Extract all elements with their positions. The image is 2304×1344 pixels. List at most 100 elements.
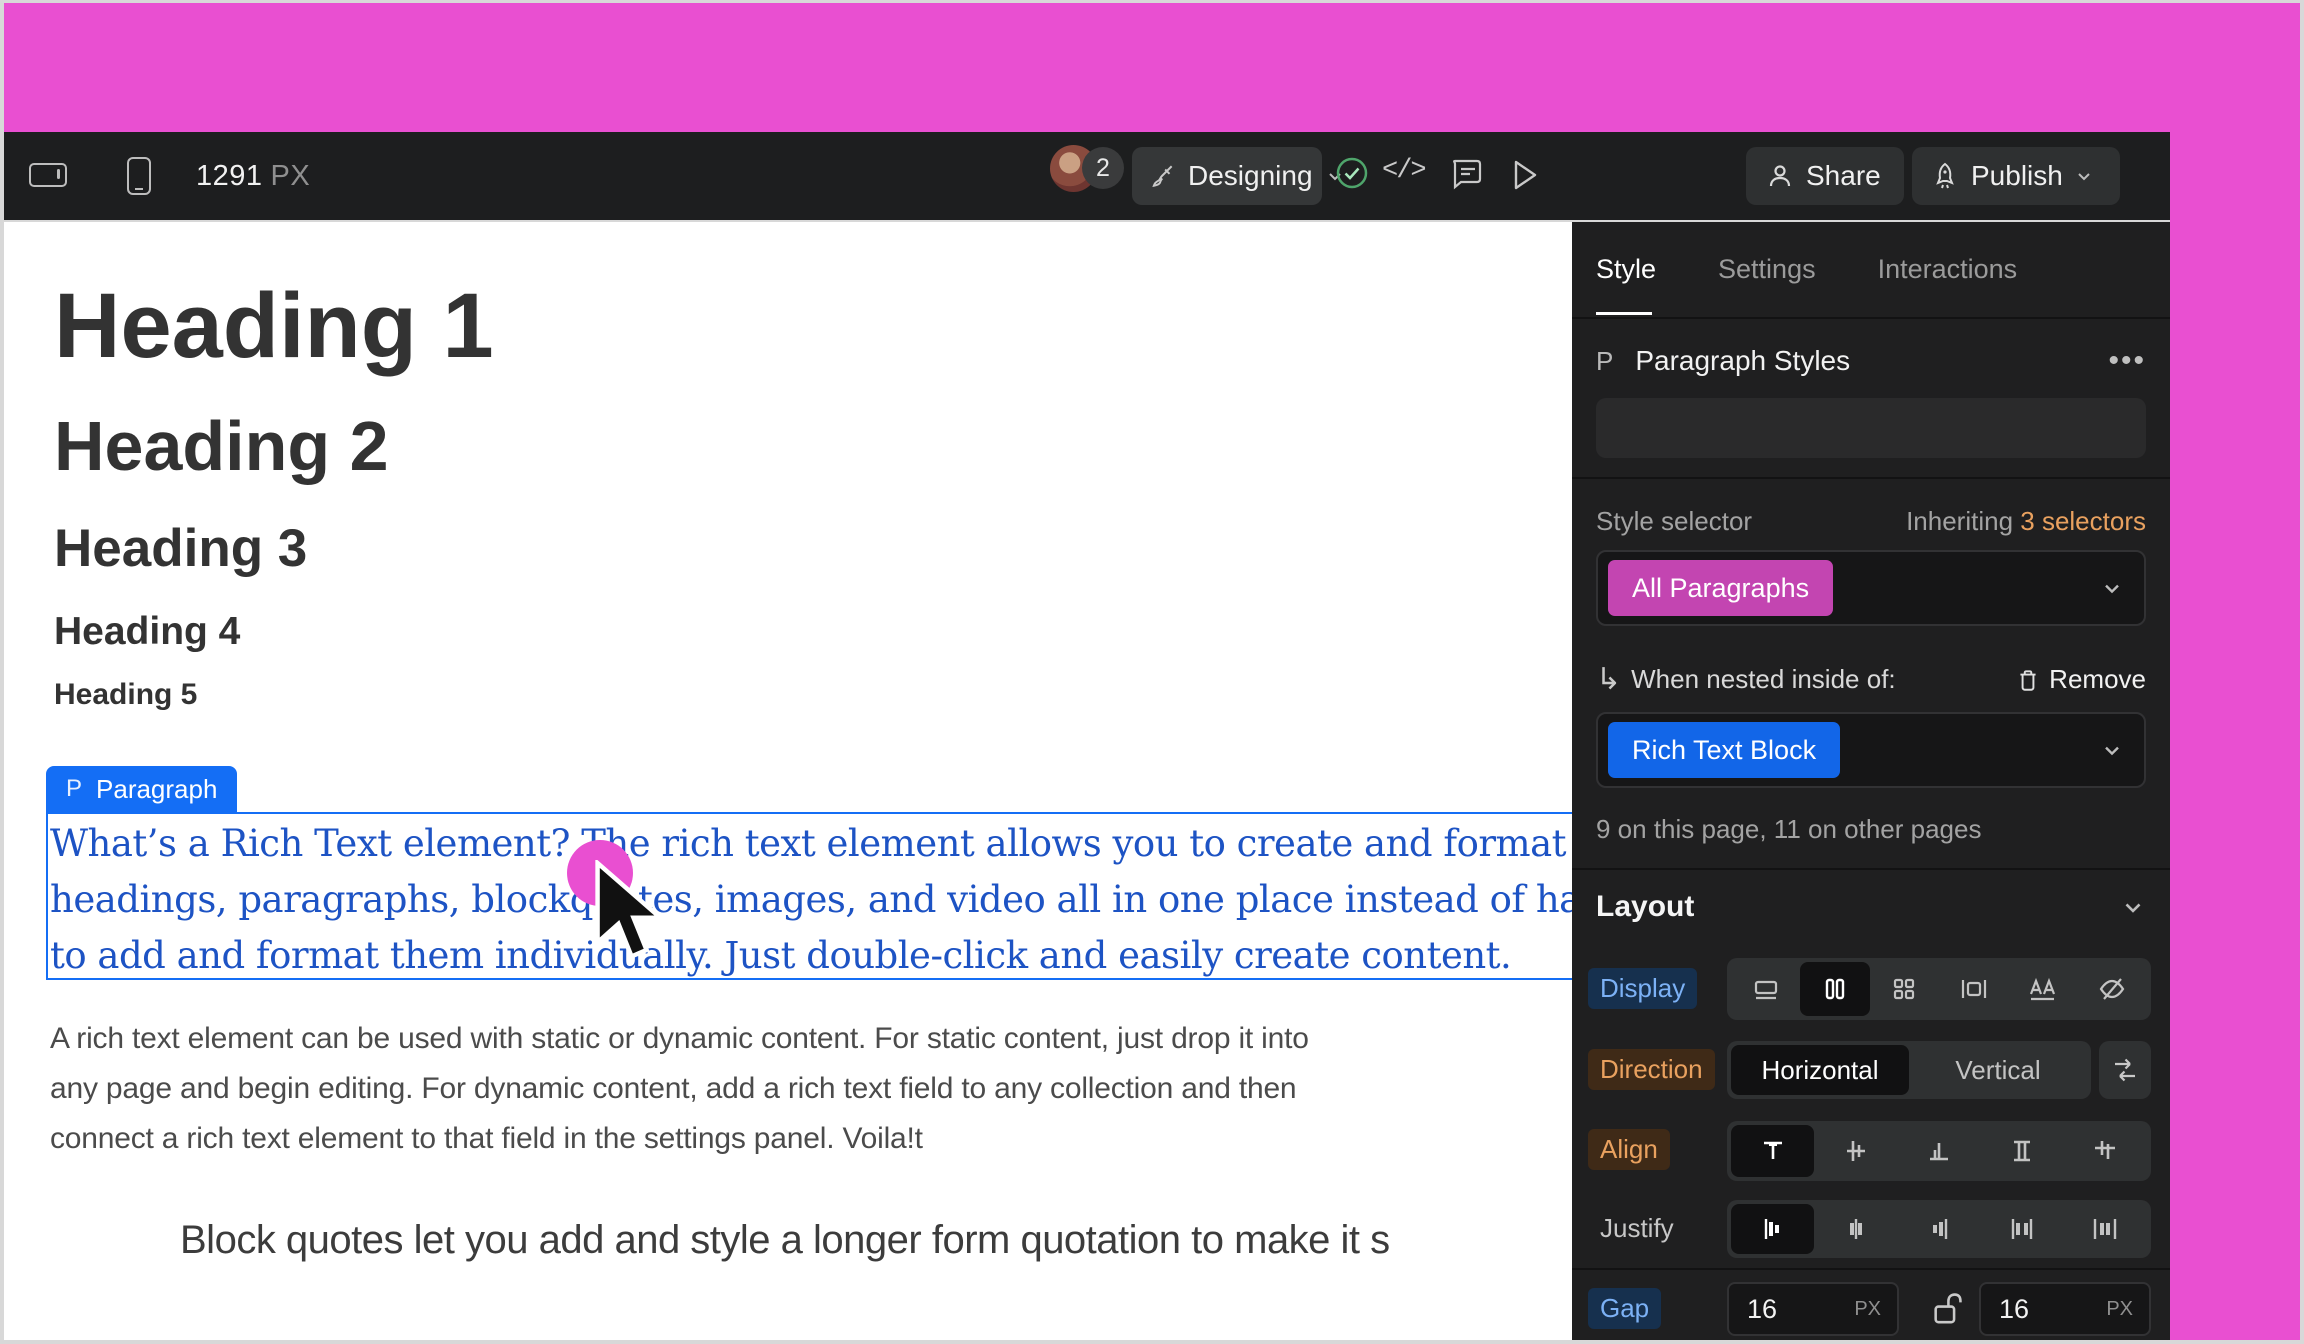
chevron-down-icon (2100, 738, 2124, 762)
mouse-cursor-icon (592, 860, 670, 972)
blockquote-text[interactable]: Block quotes let you add and style a lon… (180, 1218, 1390, 1263)
share-label: Share (1806, 160, 1881, 192)
gap-unlink-icon[interactable] (1930, 1288, 1964, 1328)
tab-interactions[interactable]: Interactions (1878, 254, 2018, 285)
chevron-down-icon (2074, 166, 2094, 186)
rich-text-line[interactable]: to add and format them individually. Jus… (50, 934, 1511, 977)
preview-icon[interactable] (1508, 156, 1542, 194)
nested-return-icon: ↳ (1596, 667, 1621, 693)
code-export-icon[interactable]: </> (1382, 156, 1425, 186)
canvas-width-readout[interactable]: 1291PX (196, 160, 310, 193)
display-none-icon[interactable] (2078, 962, 2147, 1016)
mobile-breakpoint-icon[interactable] (127, 157, 151, 195)
layout-title: Layout (1596, 890, 1694, 924)
paragraph-tag-icon: P (1596, 346, 1613, 377)
rich-text-line[interactable]: What’s a Rich Text element? The rich tex… (50, 822, 1566, 865)
align-segmented-control (1727, 1121, 2151, 1181)
direction-label[interactable]: Direction (1588, 1049, 1715, 1090)
inheriting-count-link[interactable]: 3 selectors (2020, 506, 2146, 536)
tag-label: Paragraph (96, 774, 217, 805)
align-end-icon[interactable] (1897, 1125, 1980, 1177)
nested-selected-chip[interactable]: Rich Text Block (1608, 722, 1840, 778)
gap-row-input[interactable]: 16 PX (1727, 1282, 1899, 1336)
publish-label: Publish (1971, 160, 2063, 192)
justify-space-around-icon[interactable] (2064, 1204, 2147, 1254)
tab-settings[interactable]: Settings (1718, 254, 1816, 285)
display-label[interactable]: Display (1588, 968, 1697, 1009)
style-panel: Style Settings Interactions P Paragraph … (1572, 222, 2170, 1340)
heading-2[interactable]: Heading 2 (54, 406, 389, 486)
remove-button[interactable]: Remove (2015, 664, 2146, 695)
gap-label[interactable]: Gap (1588, 1288, 1661, 1329)
justify-end-icon[interactable] (1897, 1204, 1980, 1254)
panel-tabs: Style Settings Interactions (1596, 254, 2017, 285)
nested-inside-dropdown[interactable]: Rich Text Block (1596, 712, 2146, 788)
comments-icon[interactable] (1448, 155, 1486, 193)
publish-button[interactable]: Publish (1912, 147, 2120, 205)
saved-check-icon (1334, 155, 1370, 191)
gap-column-input[interactable]: 16 PX (1979, 1282, 2151, 1336)
display-inline-icon[interactable] (2008, 962, 2077, 1016)
divider (1572, 477, 2170, 479)
inheriting-label: Inheriting (1906, 506, 2020, 536)
justify-start-icon[interactable] (1731, 1204, 1814, 1254)
chevron-down-icon (2120, 894, 2146, 920)
rich-text-line[interactable]: headings, paragraphs, blockquotes, image… (50, 878, 1572, 921)
direction-vertical-option[interactable]: Vertical (1909, 1045, 2087, 1095)
align-baseline-icon[interactable] (2064, 1125, 2147, 1177)
style-selector-header: Style selector Inheriting 3 selectors (1596, 506, 2146, 537)
display-block-icon[interactable] (1731, 962, 1800, 1016)
rocket-icon (1930, 161, 1960, 191)
justify-label[interactable]: Justify (1588, 1208, 1686, 1249)
selected-element-tag[interactable]: P Paragraph (46, 766, 237, 812)
person-icon (1766, 162, 1794, 190)
selector-usage-count: 9 on this page, 11 on other pages (1596, 814, 1981, 845)
nested-label: When nested inside of: (1631, 664, 1896, 695)
share-button[interactable]: Share (1746, 147, 1904, 205)
display-segmented-control (1727, 958, 2151, 1020)
desktop-breakpoint-icon[interactable] (29, 163, 67, 187)
body-text-line[interactable]: any page and begin editing. For dynamic … (50, 1072, 1296, 1106)
display-grid-icon[interactable] (1870, 962, 1939, 1016)
top-toolbar: 1291PX 2 Designing </> (4, 132, 2170, 220)
heading-3[interactable]: Heading 3 (54, 518, 307, 579)
nested-inside-header: ↳ When nested inside of: Remove (1596, 664, 2146, 695)
align-center-icon[interactable] (1814, 1125, 1897, 1177)
justify-center-icon[interactable] (1814, 1204, 1897, 1254)
style-selector-label: Style selector (1596, 506, 1752, 537)
align-stretch-icon[interactable] (1981, 1125, 2064, 1177)
style-selector-dropdown[interactable]: All Paragraphs (1596, 550, 2146, 626)
justify-segmented-control (1727, 1200, 2151, 1258)
tab-style[interactable]: Style (1596, 254, 1656, 285)
display-flex-icon[interactable] (1800, 962, 1869, 1016)
tag-letter: P (66, 775, 82, 803)
design-canvas: Heading 1 Heading 2 Heading 3 Heading 4 … (4, 222, 1572, 1340)
collaborator-count-badge[interactable]: 2 (1082, 147, 1124, 189)
backdrop-top (4, 3, 2300, 132)
canvas-width-value: 1291 (196, 160, 263, 192)
styles-header-title: Paragraph Styles (1635, 345, 1850, 377)
align-start-icon[interactable] (1731, 1125, 1814, 1177)
remove-label: Remove (2049, 664, 2146, 695)
body-text-line[interactable]: connect a rich text element to that fiel… (50, 1122, 923, 1156)
selected-style-chip[interactable]: All Paragraphs (1608, 560, 1833, 616)
mode-dropdown[interactable]: Designing (1132, 147, 1322, 205)
layout-section-header[interactable]: Layout (1596, 890, 2146, 924)
paintbrush-icon (1150, 163, 1176, 189)
justify-space-between-icon[interactable] (1981, 1204, 2064, 1254)
style-preview-slot[interactable] (1596, 398, 2146, 458)
body-text-line[interactable]: A rich text element can be used with sta… (50, 1022, 1309, 1056)
display-inline-block-icon[interactable] (1939, 962, 2008, 1016)
direction-horizontal-option[interactable]: Horizontal (1731, 1045, 1909, 1095)
more-options-icon[interactable]: ••• (2108, 344, 2146, 378)
heading-1[interactable]: Heading 1 (54, 274, 494, 379)
divider (1572, 317, 2170, 319)
reverse-direction-button[interactable] (2099, 1041, 2151, 1099)
paragraph-styles-header: P Paragraph Styles ••• (1596, 344, 2146, 378)
chevron-down-icon (2100, 576, 2124, 600)
mode-label: Designing (1188, 160, 1313, 192)
heading-4[interactable]: Heading 4 (54, 610, 240, 654)
align-label[interactable]: Align (1588, 1129, 1670, 1170)
heading-5[interactable]: Heading 5 (54, 678, 197, 712)
active-tab-underline (1596, 312, 1652, 315)
